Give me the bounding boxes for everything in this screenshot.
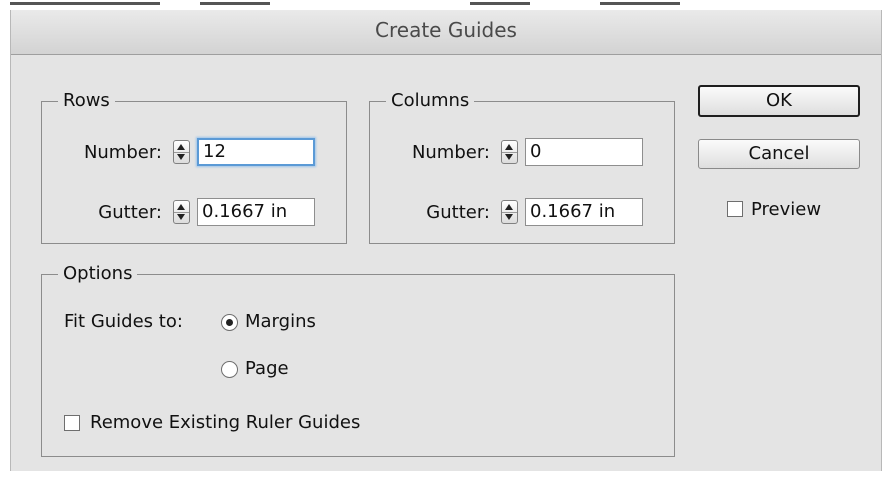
rows-group: Rows Number: 12 Gutter: 0.1667 in — [41, 89, 347, 244]
remove-guides-checkbox-icon[interactable] — [64, 415, 80, 431]
fit-guides-label: Fit Guides to: — [64, 311, 183, 332]
background-window-strip — [0, 0, 892, 10]
radio-margins-label[interactable]: Margins — [245, 310, 316, 334]
options-group: Options Fit Guides to: Margins Page Remo… — [41, 262, 675, 457]
cancel-button[interactable]: Cancel — [698, 139, 860, 169]
columns-group: Columns Number: 0 Gutter: 0.1667 in — [369, 89, 675, 244]
columns-number-label: Number: — [411, 142, 490, 163]
ok-button[interactable]: OK — [698, 85, 860, 117]
radio-page-label[interactable]: Page — [245, 357, 289, 381]
columns-legend: Columns — [386, 89, 475, 113]
preview-label[interactable]: Preview — [751, 198, 821, 222]
rows-number-input[interactable]: 12 — [197, 138, 315, 166]
columns-number-input[interactable]: 0 — [525, 138, 643, 166]
options-legend: Options — [58, 262, 138, 286]
rows-number-stepper-icon[interactable] — [173, 140, 190, 164]
radio-page-icon[interactable] — [221, 361, 238, 378]
columns-gutter-stepper-icon[interactable] — [501, 200, 518, 224]
dialog-titlebar[interactable]: Create Guides — [11, 10, 881, 55]
rows-gutter-input[interactable]: 0.1667 in — [197, 198, 315, 226]
rows-gutter-label: Gutter: — [98, 202, 162, 223]
rows-gutter-stepper-icon[interactable] — [173, 200, 190, 224]
remove-guides-label[interactable]: Remove Existing Ruler Guides — [90, 411, 360, 435]
preview-checkbox-icon[interactable] — [727, 201, 743, 217]
radio-margins-icon[interactable] — [221, 314, 238, 331]
rows-legend: Rows — [58, 89, 115, 113]
columns-number-stepper-icon[interactable] — [501, 140, 518, 164]
columns-gutter-input[interactable]: 0.1667 in — [525, 198, 643, 226]
dialog-title: Create Guides — [375, 18, 517, 42]
columns-gutter-label: Gutter: — [426, 202, 490, 223]
create-guides-dialog: Create Guides Rows Number: 12 Gutter: 0.… — [10, 10, 882, 471]
rows-number-label: Number: — [83, 142, 162, 163]
